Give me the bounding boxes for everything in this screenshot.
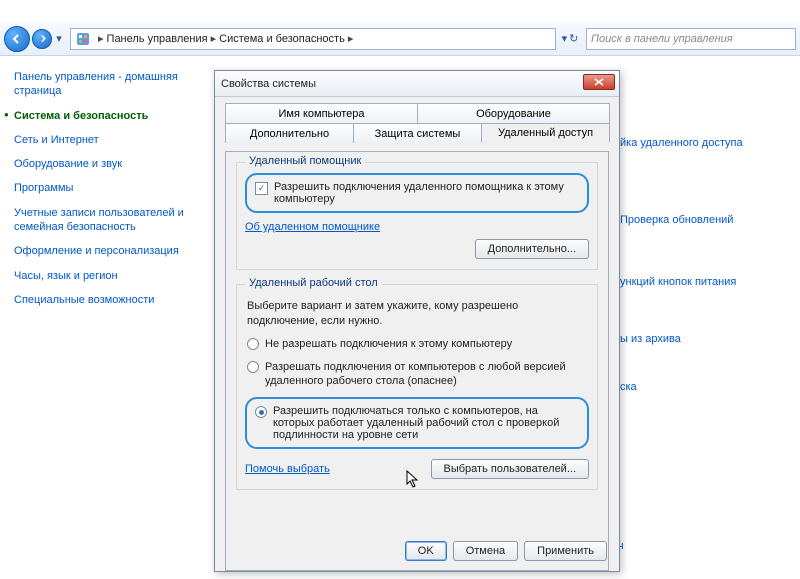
allow-remote-assistance-checkbox[interactable]: [255, 182, 268, 195]
group-title-assistance: Удаленный помощник: [245, 155, 365, 167]
check-updates-link[interactable]: Проверка обновлений: [620, 213, 790, 228]
allow-remote-assistance-label: Разрешить подключения удаленного помощни…: [274, 181, 579, 205]
dialog-title-bar[interactable]: Свойства системы: [215, 71, 619, 97]
cancel-button[interactable]: Отмена: [453, 541, 518, 561]
radio-allow-any[interactable]: [247, 361, 259, 373]
remote-access-link[interactable]: йка удаленного доступа: [620, 136, 790, 151]
tab-remote[interactable]: Удаленный доступ: [481, 123, 610, 143]
tab-hardware[interactable]: Оборудование: [417, 103, 610, 123]
radio-dont-allow-row[interactable]: Не разрешать подключения к этому компьют…: [247, 337, 587, 352]
ok-button[interactable]: OK: [405, 541, 447, 561]
dialog-tabs: Имя компьютера Оборудование Дополнительн…: [225, 103, 609, 145]
select-users-button[interactable]: Выбрать пользователей...: [431, 459, 590, 479]
refresh-button[interactable]: ▾ ↻: [558, 32, 582, 45]
chevron-right-icon: ▸: [348, 32, 354, 45]
radio-dont-allow-label: Не разрешать подключения к этому компьют…: [265, 337, 512, 352]
dialog-title: Свойства системы: [221, 78, 316, 90]
refresh-icon: ↻: [569, 32, 578, 45]
assistance-advanced-button[interactable]: Дополнительно...: [475, 239, 589, 259]
radio-dont-allow[interactable]: [247, 338, 259, 350]
remote-assistance-group: Удаленный помощник Разрешить подключения…: [236, 162, 598, 270]
sidebar-item-accessibility[interactable]: Специальные возможности: [14, 293, 199, 307]
power-buttons-link[interactable]: ункций кнопок питания: [620, 275, 790, 290]
chevron-right-icon: ▸: [211, 32, 217, 45]
control-panel-icon: [75, 31, 91, 47]
chevron-right-icon: ▸: [98, 32, 104, 45]
disk-link[interactable]: ска: [620, 380, 790, 395]
system-properties-dialog: Свойства системы Имя компьютера Оборудов…: [214, 70, 620, 572]
sidebar-item-accounts[interactable]: Учетные записи пользователей и семейная …: [14, 206, 199, 235]
radio-allow-any-label: Разрешать подключения от компьютеров с л…: [265, 360, 587, 390]
arrow-left-icon: [11, 33, 23, 45]
help-choose-link[interactable]: Помочь выбрать: [245, 463, 330, 475]
crumb-system-security[interactable]: Система и безопасность: [219, 33, 345, 45]
sidebar-home-link[interactable]: Панель управления - домашняя страница: [14, 70, 199, 99]
sidebar-item-appearance[interactable]: Оформление и персонализация: [14, 244, 199, 258]
radio-allow-nla-row[interactable]: Разрешить подключаться только с компьюте…: [245, 397, 589, 449]
dialog-buttons: OK Отмена Применить: [405, 541, 607, 561]
apply-button[interactable]: Применить: [524, 541, 607, 561]
tab-protection[interactable]: Защита системы: [353, 123, 482, 143]
remote-desktop-group: Удаленный рабочий стол Выберите вариант …: [236, 284, 598, 490]
arrow-right-icon: [38, 34, 47, 43]
nav-forward-button[interactable]: [32, 29, 52, 49]
allow-remote-assistance-row[interactable]: Разрешить подключения удаленного помощни…: [245, 173, 589, 213]
sidebar-item-clock[interactable]: Часы, язык и регион: [14, 269, 199, 283]
radio-allow-any-row[interactable]: Разрешать подключения от компьютеров с л…: [247, 360, 587, 390]
breadcrumb[interactable]: ▸ Панель управления ▸ Система и безопасн…: [70, 28, 556, 50]
tab-panel-remote: Удаленный помощник Разрешить подключения…: [225, 151, 609, 571]
crumb-control-panel[interactable]: Панель управления: [107, 33, 208, 45]
sidebar-item-programs[interactable]: Программы: [14, 181, 199, 195]
about-remote-assistance-link[interactable]: Об удаленном помощнике: [245, 221, 380, 233]
close-icon: [594, 78, 604, 86]
sidebar: Панель управления - домашняя страница Си…: [0, 56, 205, 557]
sidebar-item-hardware[interactable]: Оборудование и звук: [14, 157, 199, 171]
dialog-close-button[interactable]: [583, 74, 615, 90]
sidebar-item-network[interactable]: Сеть и Интернет: [14, 133, 199, 147]
tab-advanced[interactable]: Дополнительно: [225, 123, 354, 143]
tab-computer-name[interactable]: Имя компьютера: [225, 103, 418, 123]
search-input[interactable]: Поиск в панели управления: [586, 28, 796, 50]
group-title-desktop: Удаленный рабочий стол: [245, 277, 382, 289]
radio-allow-nla-label: Разрешить подключаться только с компьюте…: [273, 405, 579, 441]
archive-link[interactable]: ы из архива: [620, 332, 790, 347]
navigation-bar: ▾ ▸ Панель управления ▸ Система и безопа…: [0, 22, 800, 56]
nav-back-button[interactable]: [4, 26, 30, 52]
sidebar-item-system-security[interactable]: Система и безопасность: [14, 109, 199, 123]
main-content-links: йка удаленного доступа Проверка обновлен…: [620, 136, 790, 427]
radio-allow-nla[interactable]: [255, 406, 267, 418]
nav-history-dropdown[interactable]: ▾: [54, 29, 64, 49]
remote-desktop-desc: Выберите вариант и затем укажите, кому р…: [247, 299, 587, 329]
